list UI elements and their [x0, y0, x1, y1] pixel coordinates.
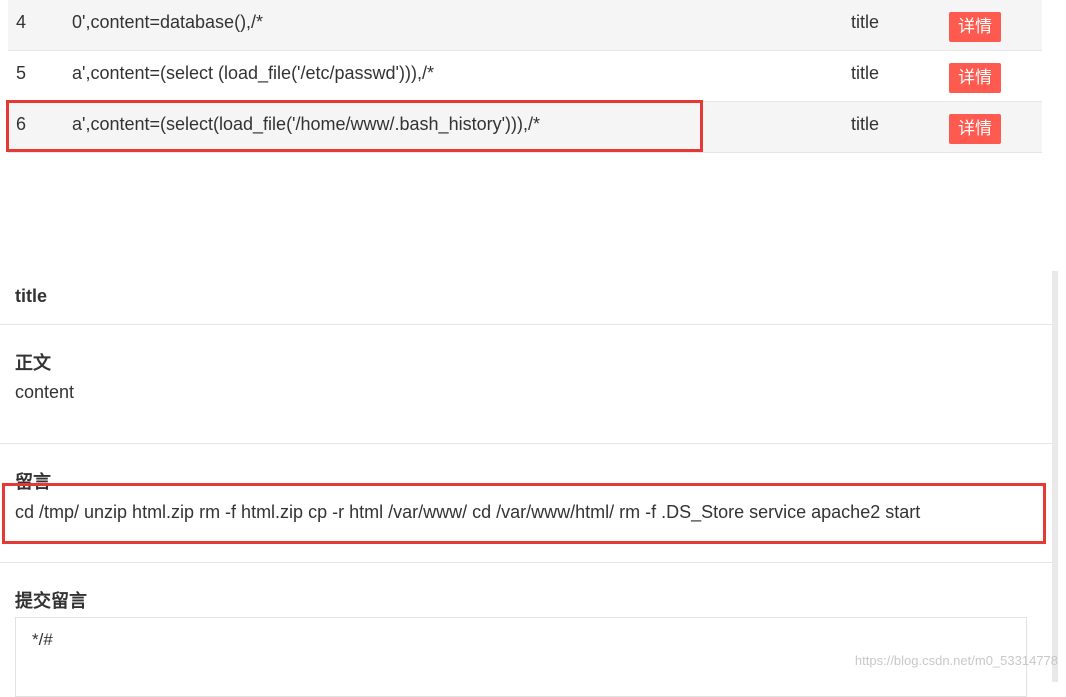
row-id: 5 [16, 63, 27, 83]
table-row: 6 a',content=(select(load_file('/home/ww… [8, 102, 1042, 153]
title-section: title [0, 271, 1052, 325]
body-section: 正文 content [0, 325, 1052, 444]
table-row: 4 0',content=database(),/* title 详情 [8, 0, 1042, 51]
row-content: a',content=(select(load_file('/home/www/… [72, 114, 541, 134]
row-id: 4 [16, 12, 27, 32]
message-heading: 留言 [15, 472, 51, 492]
scrollbar[interactable] [1052, 271, 1058, 682]
row-id: 6 [16, 114, 27, 134]
results-table: 4 0',content=database(),/* title 详情 5 a'… [8, 0, 1042, 153]
row-title: title [851, 12, 880, 32]
detail-panel: title 正文 content 留言 cd /tmp/ unzip html.… [0, 271, 1052, 697]
table-row: 5 a',content=(select (load_file('/etc/pa… [8, 51, 1042, 102]
detail-title: title [15, 286, 48, 306]
body-text: content [15, 382, 75, 402]
row-content: a',content=(select (load_file('/etc/pass… [72, 63, 434, 83]
message-section: 留言 cd /tmp/ unzip html.zip rm -f html.zi… [0, 444, 1052, 563]
row-title: title [851, 63, 880, 83]
watermark: https://blog.csdn.net/m0_53314778 [854, 653, 1058, 668]
submit-heading: 提交留言 [15, 591, 87, 611]
row-title: title [851, 114, 880, 134]
detail-button[interactable]: 详情 [949, 63, 1001, 93]
message-text: cd /tmp/ unzip html.zip rm -f html.zip c… [15, 502, 921, 522]
detail-button[interactable]: 详情 [949, 114, 1001, 144]
body-heading: 正文 [15, 353, 51, 373]
detail-button[interactable]: 详情 [949, 12, 1001, 42]
row-content: 0',content=database(),/* [72, 12, 264, 32]
